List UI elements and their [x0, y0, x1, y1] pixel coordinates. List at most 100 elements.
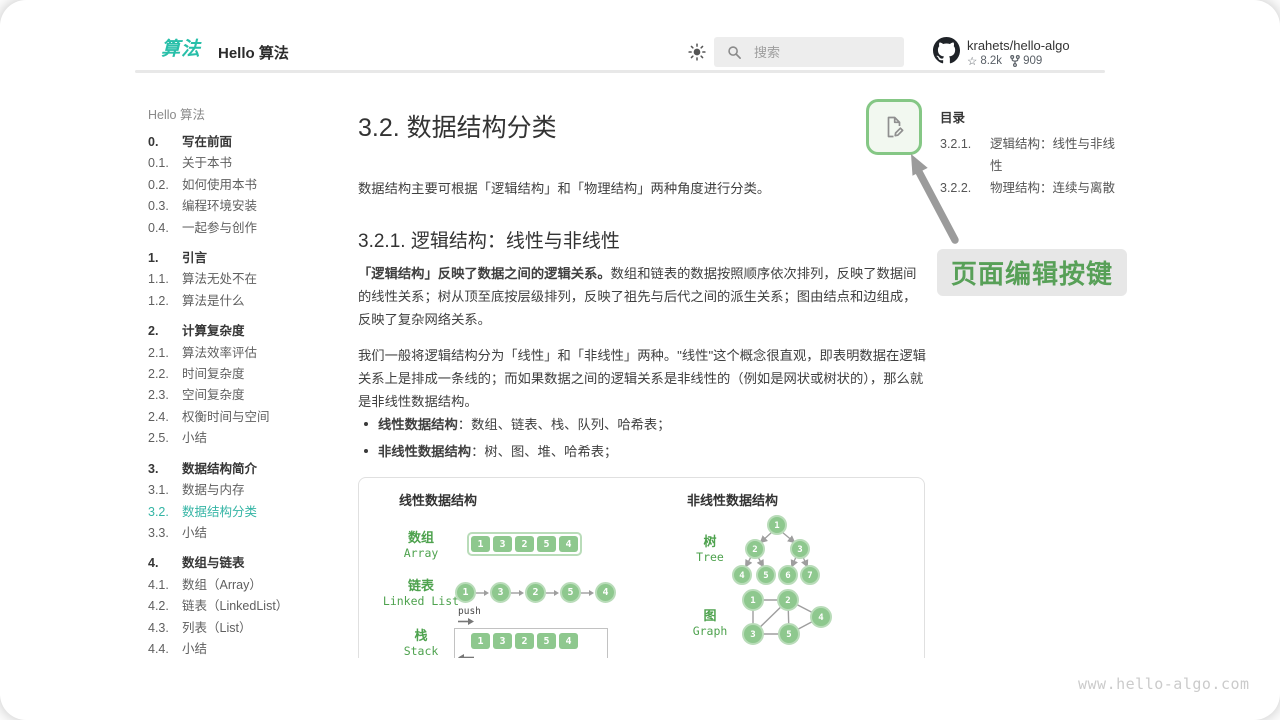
item-number: 2.1. [148, 343, 182, 364]
item-label: 小结 [182, 639, 207, 660]
graph-node-label: 4 [818, 613, 824, 623]
search-box [714, 37, 904, 67]
sidebar-section-0[interactable]: 0.写在前面 [148, 132, 344, 153]
list-node: 3 [490, 582, 511, 603]
bullet-linear: 线性数据结构：数组、链表、栈、队列、哈希表； [364, 414, 924, 433]
item-number: 1.1. [148, 269, 182, 290]
item-number: 1. [148, 248, 182, 269]
array-label: 数组 Array [369, 530, 473, 561]
item-label: 算法无处不在 [182, 269, 257, 290]
item-number: 2. [148, 321, 182, 342]
link-arrow-icon [476, 589, 490, 597]
sidebar-item-0-2[interactable]: 0.2.如何使用本书 [148, 175, 344, 196]
intro-paragraph: 数据结构主要可根据「逻辑结构」和「物理结构」两种角度进行分类。 [358, 177, 927, 200]
item-number: 4.4. [148, 639, 182, 660]
list-node: 2 [525, 582, 546, 603]
sidebar-item-4-2[interactable]: 4.2.链表（LinkedList） [148, 596, 344, 617]
array-cell: 5 [537, 536, 556, 552]
stack-container: 1 3 2 5 4 [454, 628, 608, 658]
item-number: 0.3. [148, 196, 182, 217]
push-label: push [458, 606, 481, 617]
sidebar-item-4-4[interactable]: 4.4.小结 [148, 639, 344, 660]
sidebar-item-2-2[interactable]: 2.2.时间复杂度 [148, 364, 344, 385]
item-number: 2.2. [148, 364, 182, 385]
theme-toggle-button[interactable] [687, 42, 707, 62]
annotation-arrow [875, 145, 1005, 255]
item-label: 链表（LinkedList） [182, 596, 288, 617]
item-number: 3. [148, 459, 182, 480]
watermark-url: www.hello-algo.com [1078, 675, 1250, 693]
item-label: 数组与链表 [182, 553, 245, 574]
data-structure-figure: 线性数据结构 非线性数据结构 数组 Array 1 3 2 5 4 链表 Lin… [358, 477, 925, 658]
repo-name: krahets/hello-algo [967, 38, 1070, 53]
item-label: 如何使用本书 [182, 175, 257, 196]
sidebar-item-2-5[interactable]: 2.5.小结 [148, 428, 344, 449]
site-logo[interactable]: 算法 [161, 34, 201, 61]
item-number: 1.2. [148, 291, 182, 312]
item-number: 2.3. [148, 385, 182, 406]
figure-nonlinear-title: 非线性数据结构 [687, 490, 778, 509]
page-card: 算法 Hello 算法 krahets/hello-algo ☆ 8.2k [0, 0, 1280, 720]
bullet-rest: ：树、图、堆、哈希表； [471, 444, 617, 459]
annotation-label: 页面编辑按键 [937, 249, 1127, 296]
tree-node-label: 1 [774, 521, 779, 531]
item-label: 物理结构：连续与离散 [990, 177, 1115, 199]
sidebar-item-1-1[interactable]: 1.1.算法无处不在 [148, 269, 344, 290]
sidebar-item-2-1[interactable]: 2.1.算法效率评估 [148, 343, 344, 364]
sidebar-item-2-4[interactable]: 2.4.权衡时间与空间 [148, 407, 344, 428]
sidebar-item-4-3[interactable]: 4.3.列表（List） [148, 618, 344, 639]
github-repo-link[interactable]: krahets/hello-algo ☆ 8.2k 909 [933, 37, 1103, 71]
repo-stats: ☆ 8.2k 909 [967, 54, 1042, 68]
item-label: 编程环境安装 [182, 196, 257, 217]
sidebar-item-0-1[interactable]: 0.1.关于本书 [148, 153, 344, 174]
item-number: 0. [148, 132, 182, 153]
sidebar-section-3[interactable]: 3.数据结构简介 [148, 459, 344, 480]
sidebar-item-4-1[interactable]: 4.1.数组（Array） [148, 575, 344, 596]
sidebar-item-3-2-active[interactable]: 3.2.数据结构分类 [148, 502, 344, 523]
stack-cell: 1 [471, 633, 490, 649]
link-arrow-icon [511, 589, 525, 597]
tree-node-label: 3 [797, 545, 802, 555]
bullet-bold: 线性数据结构 [378, 417, 458, 432]
tree-diagram: 1 2 3 4 5 6 7 [712, 514, 842, 590]
array-cells: 1 3 2 5 4 [467, 532, 582, 556]
list-node: 4 [595, 582, 616, 603]
site-title[interactable]: Hello 算法 [218, 42, 289, 63]
sidebar-item-1-2[interactable]: 1.2.算法是什么 [148, 291, 344, 312]
bullet-rest: ：数组、链表、栈、队列、哈希表； [458, 417, 671, 432]
tree-node-label: 6 [785, 571, 790, 581]
stack-cell: 3 [493, 633, 512, 649]
tree-node-label: 7 [807, 571, 812, 581]
item-label: 小结 [182, 523, 207, 544]
github-icon [933, 37, 960, 64]
sidebar-item-2-3[interactable]: 2.3.空间复杂度 [148, 385, 344, 406]
logic-structure-paragraph: 「逻辑结构」反映了数据之间的逻辑关系。数组和链表的数据按照顺序依次排列，反映了数… [358, 262, 927, 331]
item-label: 权衡时间与空间 [182, 407, 270, 428]
sidebar-section-2[interactable]: 2.计算复杂度 [148, 321, 344, 342]
stack-cell: 5 [537, 633, 556, 649]
sidebar-item-3-1[interactable]: 3.1.数据与内存 [148, 480, 344, 501]
paragraph-lead-bold: 「逻辑结构」反映了数据之间的逻辑关系。 [358, 266, 611, 281]
item-number: 4.3. [148, 618, 182, 639]
sidebar-item-0-3[interactable]: 0.3.编程环境安装 [148, 196, 344, 217]
pop-arrow-icon [458, 654, 474, 658]
sidebar-section-4[interactable]: 4.数组与链表 [148, 553, 344, 574]
item-label: 关于本书 [182, 153, 232, 174]
item-label: 数据与内存 [182, 480, 245, 501]
sidebar-section-1[interactable]: 1.引言 [148, 248, 344, 269]
link-arrow-icon [546, 589, 560, 597]
item-number: 2.5. [148, 428, 182, 449]
item-label: 数据结构简介 [182, 459, 257, 480]
sidebar-item-0-4[interactable]: 0.4.一起参与创作 [148, 218, 344, 239]
tree-node-label: 4 [739, 571, 745, 581]
tree-node-label: 2 [752, 545, 757, 555]
sun-icon [687, 42, 707, 62]
fork-count: 909 [1023, 55, 1042, 67]
section-title: 3.2.1. 逻辑结构：线性与非线性 [358, 226, 620, 253]
sidebar-item-3-3[interactable]: 3.3.小结 [148, 523, 344, 544]
item-label: 逻辑结构：线性与非线性 [990, 133, 1120, 177]
graph-node-label: 3 [750, 630, 755, 640]
fork-icon [1010, 55, 1020, 67]
tree-node-label: 5 [763, 571, 768, 581]
search-input[interactable] [714, 37, 904, 67]
